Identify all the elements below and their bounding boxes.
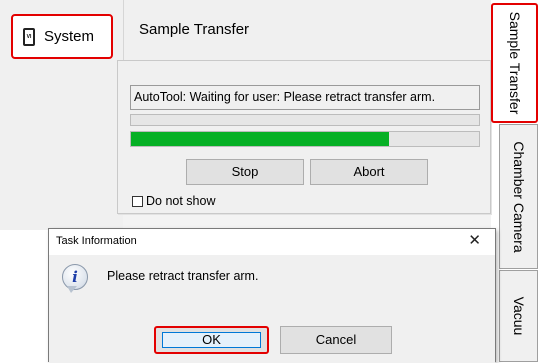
system-label: System — [44, 28, 95, 45]
task-information-dialog: Task Information ✕ i Please retract tran… — [48, 228, 496, 363]
tab-label: Sample Transfer — [506, 11, 523, 115]
progress-bar — [130, 131, 480, 147]
abort-button[interactable]: Abort — [310, 159, 428, 185]
close-icon[interactable]: ✕ — [468, 231, 481, 249]
do-not-show-label: Do not show — [146, 194, 216, 208]
cancel-button[interactable]: Cancel — [280, 326, 392, 354]
system-button[interactable]: VI System — [11, 14, 113, 59]
info-icon-tail — [67, 286, 77, 293]
device-icon: VI — [23, 27, 35, 46]
page-title: Sample Transfer — [139, 21, 250, 38]
page-header: Sample Transfer — [123, 0, 491, 60]
progress-bar-fill — [131, 132, 389, 146]
status-text: AutoTool: Waiting for user: Please retra… — [130, 85, 480, 110]
tab-label: Chamber Camera — [510, 140, 527, 253]
stop-button[interactable]: Stop — [186, 159, 304, 185]
tab-label: Vacuu — [510, 296, 527, 336]
ok-button-label: OK — [202, 332, 221, 347]
dialog-body: i Please retract transfer arm. OK Cancel — [49, 255, 495, 363]
do-not-show-option[interactable]: Do not show — [132, 194, 215, 208]
dialog-message: Please retract transfer arm. — [107, 269, 259, 283]
dialog-titlebar: Task Information ✕ — [49, 229, 495, 255]
progress-window: AutoTool: Waiting for user: Please retra… — [117, 60, 491, 214]
do-not-show-checkbox[interactable] — [132, 195, 143, 207]
tab-vacuum[interactable]: Vacuu — [499, 270, 538, 362]
progress-bar-secondary — [130, 114, 480, 126]
tab-sample-transfer[interactable]: Sample Transfer — [491, 3, 538, 123]
dialog-title: Task Information — [56, 235, 137, 247]
ok-button[interactable]: OK — [154, 326, 269, 354]
tab-chamber-camera[interactable]: Chamber Camera — [499, 124, 538, 269]
